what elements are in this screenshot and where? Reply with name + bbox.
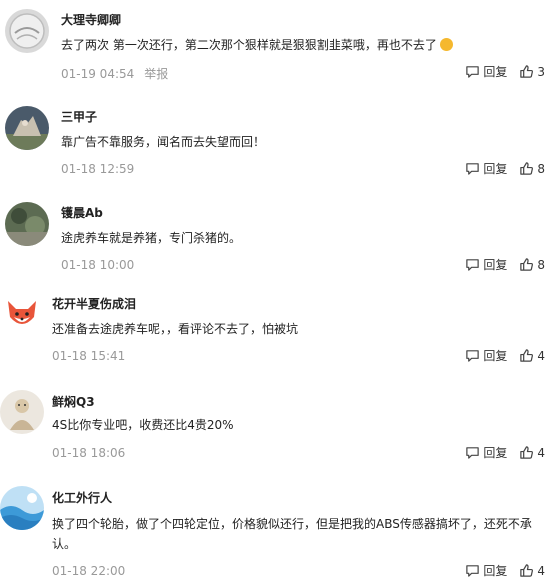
comment-time: 01-18 15:41 xyxy=(52,349,126,363)
thumbs-up-icon xyxy=(520,162,534,175)
like-count: 8 xyxy=(537,161,545,176)
comment-meta: 01-18 12:59 xyxy=(61,162,134,176)
comment-time: 01-18 22:00 xyxy=(52,564,126,578)
comment-actions: 回复 4 xyxy=(465,562,545,579)
comment-item: 大理寺卿卿 去了两次 第一次还行，第二次那个狠样就是狠狠割韭菜哦，再也不去了 0… xyxy=(0,0,555,95)
comment-item: 三甲子 靠广告不靠服务，闻名而去失望而回！ 01-18 12:59 回复 8 xyxy=(0,95,555,192)
report-link[interactable]: 举报 xyxy=(144,67,168,81)
like-button[interactable]: 8 xyxy=(519,161,545,176)
avatar[interactable] xyxy=(0,390,44,434)
reply-label: 回复 xyxy=(483,349,508,363)
like-button[interactable]: 4 xyxy=(519,445,545,460)
avatar[interactable] xyxy=(5,9,49,53)
reply-label: 回复 xyxy=(483,446,508,460)
comment-text: 4S比你专业吧，收费还比4贵20% xyxy=(52,418,234,432)
comment-meta: 01-18 10:00 xyxy=(61,258,134,272)
comment-text: 换了四个轮胎，做了个四轮定位，价格貌似还行，但是把我的ABS传感器搞坏了，还死不… xyxy=(52,517,532,551)
comment-actions: 回复 8 xyxy=(465,160,545,177)
thumbs-up-icon xyxy=(520,446,534,459)
avatar[interactable] xyxy=(0,486,44,530)
laughing-emoji-icon xyxy=(439,38,453,51)
comment-bubble-icon xyxy=(466,350,480,362)
comment-bubble-icon xyxy=(466,565,480,577)
comment-actions: 回复 3 xyxy=(465,63,545,80)
reply-button[interactable]: 回复 xyxy=(465,256,507,273)
comment-actions: 回复 4 xyxy=(465,347,545,364)
comment-bubble-icon xyxy=(466,259,480,271)
comment-meta: 01-19 04:54 举报 xyxy=(61,65,168,82)
comment-meta: 01-18 15:41 xyxy=(52,349,125,363)
reply-button[interactable]: 回复 xyxy=(465,160,507,177)
reply-button[interactable]: 回复 xyxy=(465,347,507,364)
thumbs-up-icon xyxy=(520,564,534,577)
like-count: 4 xyxy=(537,348,545,363)
comment-item: 镬晨Ab 途虎养车就是养猪，专门杀猪的。 01-18 10:00 回复 8 xyxy=(0,192,555,289)
username[interactable]: 花开半夏伤成泪 xyxy=(52,295,136,312)
comment-actions: 回复 8 xyxy=(465,256,545,273)
comment-meta: 01-18 22:00 xyxy=(52,564,125,578)
thumbs-up-icon xyxy=(520,258,534,271)
avatar[interactable] xyxy=(0,291,44,335)
comment-text: 途虎养车就是养猪，专门杀猪的。 xyxy=(61,231,242,245)
username[interactable]: 鲜焖Q3 xyxy=(52,393,95,410)
comment-item: 鲜焖Q3 4S比你专业吧，收费还比4贵20% 01-18 18:06 回复 4 xyxy=(0,385,555,482)
comment-bubble-icon xyxy=(466,66,480,78)
comment-bubble-icon xyxy=(466,447,480,459)
avatar[interactable] xyxy=(5,106,49,150)
username[interactable]: 镬晨Ab xyxy=(61,204,103,221)
comment-text-content: 去了两次 第一次还行，第二次那个狠样就是狠狠割韭菜哦，再也不去了 xyxy=(61,38,437,52)
reply-button[interactable]: 回复 xyxy=(465,444,507,461)
like-button[interactable]: 4 xyxy=(519,348,545,363)
comment-item: 花开半夏伤成泪 还准备去途虎养车呢，，看评论不去了，怕被坑 01-18 15:4… xyxy=(0,289,555,385)
like-button[interactable]: 8 xyxy=(519,257,545,272)
reply-label: 回复 xyxy=(483,65,508,79)
like-button[interactable]: 3 xyxy=(519,64,545,79)
like-count: 4 xyxy=(537,445,545,460)
comment-meta: 01-18 18:06 xyxy=(52,446,125,460)
avatar[interactable] xyxy=(5,202,49,246)
username[interactable]: 大理寺卿卿 xyxy=(61,11,121,28)
comment-bubble-icon xyxy=(466,163,480,175)
comment-time: 01-18 12:59 xyxy=(61,162,135,176)
comment-time: 01-19 04:54 xyxy=(61,67,135,81)
thumbs-up-icon xyxy=(520,349,534,362)
like-count: 8 xyxy=(537,257,545,272)
like-count: 4 xyxy=(537,563,545,578)
comment-text: 去了两次 第一次还行，第二次那个狠样就是狠狠割韭菜哦，再也不去了 xyxy=(61,35,541,55)
reply-label: 回复 xyxy=(483,258,508,272)
comment-time: 01-18 18:06 xyxy=(52,446,126,460)
reply-button[interactable]: 回复 xyxy=(465,562,507,579)
like-button[interactable]: 4 xyxy=(519,563,545,578)
thumbs-up-icon xyxy=(520,65,534,78)
reply-label: 回复 xyxy=(483,564,508,578)
comment-actions: 回复 4 xyxy=(465,444,545,461)
comment-text: 还准备去途虎养车呢，，看评论不去了，怕被坑 xyxy=(52,322,299,336)
comment-text: 靠广告不靠服务，闻名而去失望而回！ xyxy=(61,135,266,149)
comment-time: 01-18 10:00 xyxy=(61,258,135,272)
username[interactable]: 化工外行人 xyxy=(52,489,112,506)
username[interactable]: 三甲子 xyxy=(61,108,97,125)
reply-button[interactable]: 回复 xyxy=(465,63,507,80)
reply-label: 回复 xyxy=(483,162,508,176)
comment-item: 化工外行人 换了四个轮胎，做了个四轮定位，价格貌似还行，但是把我的ABS传感器搞… xyxy=(0,482,555,584)
like-count: 3 xyxy=(537,64,545,79)
